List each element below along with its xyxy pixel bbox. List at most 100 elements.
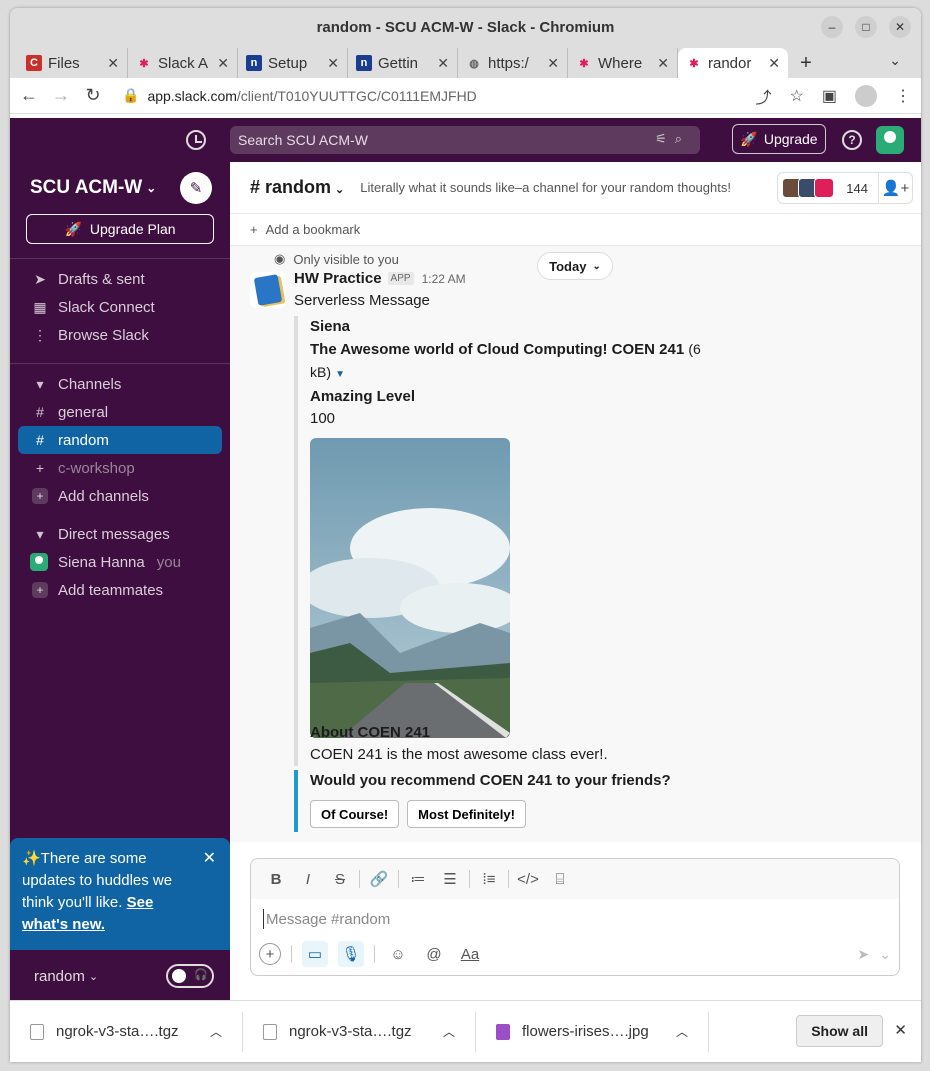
of-course-button[interactable]: Of Course! [310,800,400,828]
more-icon: ⋮ [33,326,47,343]
code-icon[interactable]: </> [515,871,541,888]
download-item[interactable]: ngrok-v3-sta….tgz ︿ [10,1011,243,1052]
show-all-button[interactable]: Show all [796,1015,883,1047]
tab-slack-a[interactable]: ✱ Slack A ✕ [128,48,238,78]
footer-channel-picker[interactable]: random [34,968,85,985]
share-icon[interactable]: ⤴ [756,84,772,108]
plus-icon[interactable]: + [259,943,281,965]
send-icon[interactable]: ➤ [858,946,870,963]
dm-header[interactable]: ▾ Direct messages [10,520,230,548]
upgrade-button[interactable]: 🚀 Upgrade [732,124,826,154]
sidepanel-icon[interactable]: ▣ [822,86,837,106]
sidebar-item-general[interactable]: # general [10,398,230,426]
add-bookmark-button[interactable]: + Add a bookmark [230,214,921,246]
kebab-menu-icon[interactable]: ⋮ [895,86,911,106]
tab-close-icon[interactable]: ✕ [107,55,119,72]
link-icon[interactable]: 🔗 [366,870,392,888]
numbered-list-icon[interactable]: ≔ [405,870,431,888]
bookmark-star-icon[interactable]: ☆ [790,86,804,106]
address-bar: ← → ↻ 🔒 app.slack.com/client/T010YUUTTGC… [10,78,921,114]
search-input[interactable]: Search SCU ACM-W ⚟⌕ [230,126,700,154]
help-icon[interactable]: ? [842,130,862,150]
sidebar-item-siena[interactable]: Siena Hanna you [10,548,230,576]
tab-files[interactable]: C Files ✕ [18,48,128,78]
caret-down-icon[interactable]: ▼ [335,369,345,380]
tab-close-icon[interactable]: ✕ [437,55,449,72]
tab-close-icon[interactable]: ✕ [217,55,229,72]
download-item[interactable]: ngrok-v3-sta….tgz ︿ [243,1011,476,1052]
minimize-icon[interactable]: – [821,16,843,38]
text-format-icon[interactable]: Aa [457,941,483,967]
code-block-icon[interactable]: ⌸ [547,871,573,888]
maximize-icon[interactable]: □ [855,16,877,38]
plus-icon: + [250,222,258,237]
bullet-list-icon[interactable]: ☰ [437,870,463,888]
add-channels-button[interactable]: + Add channels [10,482,230,510]
chevron-up-icon[interactable]: ︿ [210,1023,222,1040]
tab-close-icon[interactable]: ✕ [327,55,339,72]
sidebar-item-slack-connect[interactable]: ▦ Slack Connect [10,293,230,321]
emoji-icon[interactable]: ☺ [385,941,411,967]
plus-icon: + [32,582,48,598]
strikethrough-icon[interactable]: S [327,871,353,888]
tab-https[interactable]: ◍ https:/✕ [458,48,568,78]
video-icon[interactable]: ▭ [302,941,328,967]
forward-icon[interactable]: → [52,85,70,106]
member-count: 144 [846,180,868,196]
filter-search-icon[interactable]: ⚟⌕ [655,131,690,147]
upgrade-plan-button[interactable]: 🚀 Upgrade Plan [26,214,214,244]
new-tab-icon[interactable]: + [788,48,824,78]
add-teammates-button[interactable]: + Add teammates [10,576,230,604]
channels-header[interactable]: ▾ Channels [10,370,230,398]
profile-avatar[interactable] [855,84,877,107]
tab-getting[interactable]: n Gettin ✕ [348,48,458,78]
url-field[interactable]: 🔒 app.slack.com/client/T010YUUTTGC/C0111… [116,81,742,110]
message-input[interactable]: Message #random [263,909,899,929]
message-list: ◉ Only visible to you Today ⌄ HW Practice … [230,246,921,842]
close-icon[interactable]: ✕ [894,1021,907,1039]
tab-random[interactable]: ✱ randor ✕ [678,48,788,78]
user-avatar[interactable] [876,126,904,154]
microphone-icon[interactable]: 🎙 [338,941,364,967]
tab-where[interactable]: ✱ Where ✕ [568,48,678,78]
tab-setup[interactable]: n Setup ✕ [238,48,348,78]
compose-icon[interactable]: ✎ [180,172,212,204]
tab-close-icon[interactable]: ✕ [657,55,669,72]
bold-icon[interactable]: B [263,871,289,888]
sidebar-item-random[interactable]: # random [18,426,222,454]
add-person-icon[interactable]: 👤+ [878,173,912,203]
members-button[interactable]: 144 👤+ [777,172,913,204]
huddle-toggle[interactable] [166,964,214,988]
tab-close-icon[interactable]: ✕ [547,55,559,72]
about-title: About COEN 241 [310,724,431,741]
chevron-down-icon[interactable]: ⌄ [889,52,901,69]
chevron-up-icon[interactable]: ︿ [676,1023,688,1040]
rocket-icon: 🚀 [64,220,82,237]
mention-icon[interactable]: @ [421,941,447,967]
sidebar-item-drafts[interactable]: ➤ Drafts & sent [10,265,230,293]
road-landscape-image[interactable] [310,438,510,738]
bot-avatar[interactable] [250,272,286,308]
back-icon[interactable]: ← [20,85,38,106]
italic-icon[interactable]: I [295,871,321,888]
sender-name[interactable]: HW Practice [294,270,382,287]
history-icon[interactable] [186,130,206,150]
close-icon[interactable]: ✕ [889,16,911,38]
timestamp[interactable]: 1:22 AM [422,272,466,286]
close-icon[interactable]: ✕ [203,848,216,870]
message-header: HW Practice APP 1:22 AM [294,270,466,287]
date-divider[interactable]: Today ⌄ [537,252,613,280]
sidebar-item-browse[interactable]: ⋮ Browse Slack [10,321,230,349]
file-link[interactable]: The Awesome world of Cloud Computing! CO… [310,338,714,386]
sidebar-item-c-workshop[interactable]: + c-workshop [10,454,230,482]
channel-name[interactable]: # random ⌄ [250,177,344,198]
download-item[interactable]: flowers-irises….jpg ︿ [476,1011,709,1052]
channel-header: # random ⌄ Literally what it sounds like–… [230,162,921,214]
chevron-up-icon[interactable]: ︿ [443,1023,455,1040]
reload-icon[interactable]: ↻ [84,85,102,106]
tab-close-icon[interactable]: ✕ [768,55,780,72]
most-definitely-button[interactable]: Most Definitely! [407,800,526,828]
attachment-block: Siena The Awesome world of Cloud Computi… [294,316,714,738]
blockquote-icon[interactable]: ⁞≡ [476,871,502,888]
chevron-down-icon[interactable]: ⌄ [879,946,891,963]
